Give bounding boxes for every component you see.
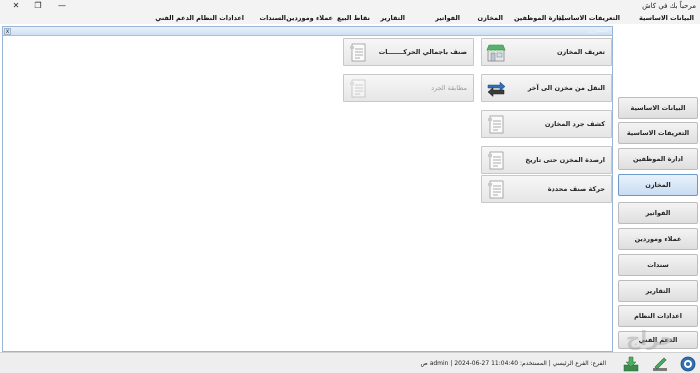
sidebar-item-basic-data[interactable]: البيانات الاساسية	[618, 97, 698, 119]
tile-transfer-between-stores[interactable]: النقل من مخزن الى آخر	[481, 74, 612, 102]
store-icon	[486, 44, 506, 62]
document-icon	[350, 43, 366, 62]
tile-label: كشف جرد المخازن	[544, 120, 605, 128]
tile-label: صنف باجمالي الحركـــــــات	[378, 48, 467, 56]
tile-label: تعريف المخازن	[556, 48, 605, 56]
save-download-icon[interactable]	[623, 356, 639, 372]
restore-icon[interactable]: ❐	[32, 1, 44, 11]
menu-vouchers[interactable]: السندات	[260, 14, 286, 22]
panel-close-icon[interactable]: x	[4, 28, 11, 35]
tile-label: مطابقة الجرد	[431, 84, 467, 92]
title-bar: مرحباً بك في كاش — ❐ ✕	[0, 0, 700, 13]
status-bar: الفرع: الفرع الرئيسي | المستخدم: admin |…	[0, 352, 700, 373]
tile-stores-inventory-report[interactable]: كشف جرد المخازن	[481, 110, 612, 138]
menu-stores[interactable]: المخازن	[478, 14, 503, 22]
close-icon[interactable]: ✕	[10, 1, 22, 11]
document-icon	[488, 180, 504, 199]
tile-specific-item-movement[interactable]: حركة صنف محددة	[481, 175, 612, 203]
stores-panel: المخازن x تعريف المخازن النقل من مخزن ال…	[2, 26, 613, 352]
sidebar-item-invoices[interactable]: الفواتير	[618, 202, 698, 224]
document-icon	[350, 79, 366, 98]
tile-label: حركة صنف محددة	[547, 185, 605, 193]
menu-basic-data[interactable]: البيانات الاساسية	[639, 14, 694, 22]
status-text: الفرع: الفرع الرئيسي | المستخدم: admin |…	[420, 360, 606, 367]
app-window: مرحباً بك في كاش — ❐ ✕ البيانات الاساسية…	[0, 0, 700, 373]
edit-pen-icon[interactable]	[652, 356, 668, 372]
sidebar-item-employees[interactable]: ادارة الموظفين	[618, 148, 698, 170]
menu-bar: البيانات الاساسية التعريفات الاساسية ادا…	[0, 13, 700, 24]
sidebar-item-clients-suppliers[interactable]: عملاء وموردين	[618, 228, 698, 250]
sidebar-item-basic-definitions[interactable]: التعريفات الاساسية	[618, 122, 698, 144]
menu-employees[interactable]: ادارة الموظفين	[514, 14, 564, 22]
menu-reports[interactable]: التقارير	[380, 14, 405, 22]
tile-item-total-movements[interactable]: صنف باجمالي الحركـــــــات	[343, 38, 474, 66]
minimize-icon[interactable]: —	[56, 1, 68, 11]
sidebar-item-vouchers[interactable]: سندات	[618, 254, 698, 276]
tile-label: النقل من مخزن الى آخر	[527, 84, 605, 92]
document-icon	[488, 115, 504, 134]
menu-clients-suppliers[interactable]: عملاء وموردين	[286, 14, 333, 22]
sidebar-item-reports[interactable]: التقارير	[618, 280, 698, 302]
menu-invoices[interactable]: الفواتير	[435, 14, 460, 22]
panel-header: المخازن x	[3, 27, 612, 36]
tile-define-stores[interactable]: تعريف المخازن	[481, 38, 612, 66]
watermark: حراج	[626, 326, 675, 350]
sidebar-item-system-settings[interactable]: اعدادات النظام	[618, 305, 698, 327]
window-title: مرحباً بك في كاش	[642, 2, 696, 10]
tile-inventory-matching[interactable]: مطابقة الجرد	[343, 74, 474, 102]
tile-stock-balance-to-date[interactable]: ارصدة المخزن حتى تاريخ	[481, 146, 612, 174]
panel-title: المخازن	[588, 27, 608, 34]
document-icon	[488, 151, 504, 170]
transfer-arrows-icon	[487, 81, 506, 98]
menu-basic-definitions[interactable]: التعريفات الاساسية	[558, 14, 620, 22]
menu-support[interactable]: الدعم الفني	[155, 14, 194, 22]
tile-label: ارصدة المخزن حتى تاريخ	[525, 156, 605, 164]
menu-system-settings[interactable]: اعدادات النظام	[196, 14, 244, 22]
help-icon[interactable]	[680, 356, 696, 372]
sidebar-item-stores[interactable]: المخازن	[618, 174, 698, 196]
menu-pos[interactable]: نقاط البيع	[337, 14, 370, 22]
